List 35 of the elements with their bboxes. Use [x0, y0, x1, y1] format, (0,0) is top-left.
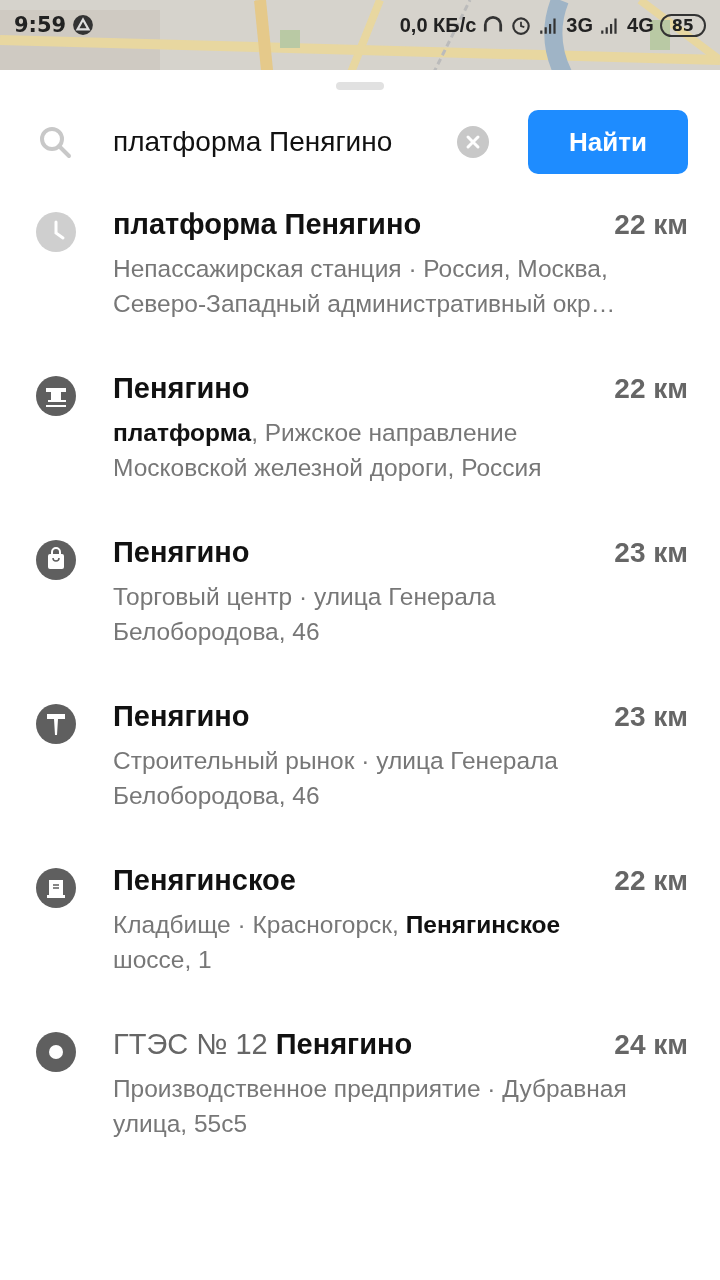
result-title[interactable]: Пенягино: [113, 700, 250, 733]
result-description: Строительный рынок · улица Генерала Белобородова, 46: [113, 746, 559, 811]
shopping-bag-icon: [36, 540, 76, 580]
distance-label: 22 км: [614, 373, 688, 405]
clock-icon: [36, 212, 76, 252]
search-field[interactable]: платформа Пенягино: [113, 126, 453, 158]
network-speed: 0,0 КБ/с: [399, 13, 477, 37]
result-title[interactable]: Пенягинское: [113, 864, 296, 897]
drag-handle[interactable]: [336, 82, 384, 90]
result-title[interactable]: ГТЭС № 12 Пенягино: [113, 1028, 413, 1061]
clock-time: 9:59: [14, 13, 67, 37]
result-description: Производственное предприятие · Дубравная улица, 55с5: [113, 1074, 628, 1139]
hammer-icon: [36, 704, 76, 744]
distance-label: 24 км: [614, 1029, 688, 1061]
battery-level: 85: [659, 13, 706, 37]
result-title[interactable]: Пенягино: [113, 536, 250, 569]
warning-icon: [72, 14, 95, 36]
result-description: Торговый центр · улица Генерала Белобородова, 46: [113, 582, 497, 647]
alarm-clock-icon: [510, 14, 533, 36]
distance-label: 22 км: [614, 209, 688, 241]
result-title[interactable]: платформа Пенягино: [113, 208, 422, 241]
search-icon: [38, 125, 72, 159]
gravestone-icon: [36, 868, 76, 908]
distance-label: 22 км: [614, 865, 688, 897]
distance-label: 23 км: [614, 701, 688, 733]
result-description: Кладбище · Красногорск, Пенягинское шоссе, 1: [113, 910, 562, 975]
result-title[interactable]: Пенягино: [113, 372, 250, 405]
clear-icon[interactable]: [457, 126, 489, 158]
result-description: Непассажирская станция · Россия, Москва, Северо-Западный административный окр…: [113, 254, 617, 319]
network-type: 4G: [627, 13, 654, 37]
train-icon: [36, 376, 76, 416]
dot-icon: [36, 1032, 76, 1072]
network-type: 3G: [566, 13, 594, 37]
distance-label: 23 км: [614, 537, 688, 569]
result-description: платформа, Рижское направление Московской железной дороги, Россия: [113, 418, 543, 483]
